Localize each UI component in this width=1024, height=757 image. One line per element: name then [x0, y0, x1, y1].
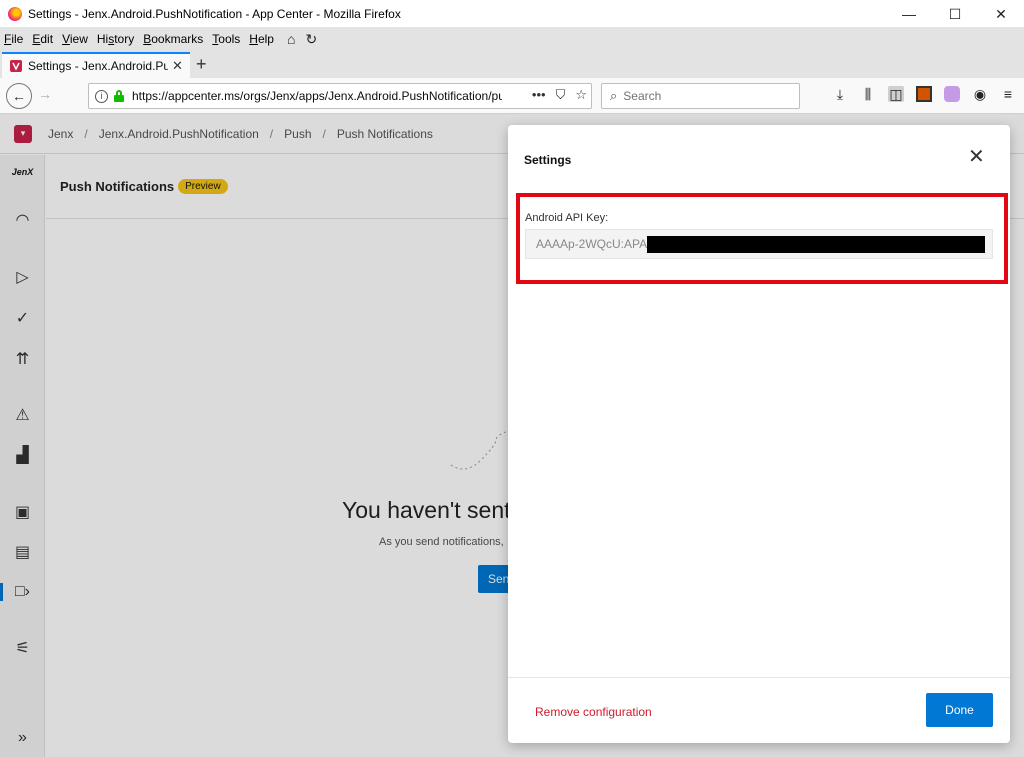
search-input[interactable]: ⌕ Search	[601, 83, 800, 109]
api-key-field[interactable]: AAAAp-2WQcU:APA	[525, 229, 993, 259]
tab-close-icon[interactable]: ✕	[172, 58, 183, 74]
menu-bar: File Edit View History Bookmarks Tools H…	[0, 28, 1024, 50]
firefox-logo-icon	[8, 6, 22, 21]
hamburger-menu-icon[interactable]: ≡	[1000, 86, 1016, 102]
page-actions: ••• ⛉ ☆	[532, 87, 587, 103]
tab-strip: Settings - Jenx.Android.PushNotification…	[0, 50, 1024, 78]
minimize-button[interactable]: —	[886, 0, 932, 28]
menu-edit-label: dit	[40, 32, 54, 46]
url-text[interactable]: https://appcenter.ms/orgs/Jenx/apps/Jenx…	[132, 89, 502, 103]
menu-view-accel: V	[62, 32, 70, 46]
search-placeholder: Search	[623, 89, 662, 103]
menu-help[interactable]: Help	[249, 32, 274, 46]
settings-panel: Settings ✕ Android API Key: AAAAp-2WQcU:…	[508, 125, 1010, 743]
site-info-icon[interactable]: i	[95, 89, 108, 103]
menu-help-accel: H	[249, 32, 258, 46]
window-title: Settings - Jenx.Android.PushNotification…	[28, 6, 401, 21]
downloads-icon[interactable]: ⤓	[832, 86, 848, 102]
remove-configuration-link[interactable]: Remove configuration	[535, 705, 652, 719]
redaction-bar	[647, 235, 986, 253]
extension-icon[interactable]	[944, 86, 960, 102]
maximize-button[interactable]: ☐	[932, 0, 978, 28]
menu-view[interactable]: View	[62, 32, 88, 46]
window-title-bar: Settings - Jenx.Android.PushNotification…	[0, 0, 1024, 28]
page-actions-menu-icon[interactable]: •••	[532, 87, 546, 103]
menu-bookmarks-label: ookmarks	[151, 32, 204, 46]
done-button[interactable]: Done	[926, 693, 993, 727]
home-icon[interactable]: ⌂	[287, 31, 295, 47]
new-tab-button[interactable]: +	[196, 54, 207, 75]
extension-icon[interactable]	[916, 86, 932, 102]
panel-title: Settings	[524, 153, 572, 167]
menu-file[interactable]: File	[4, 32, 23, 46]
search-icon: ⌕	[610, 88, 618, 103]
menu-history[interactable]: History	[97, 32, 134, 46]
menu-history-label: tory	[114, 32, 135, 46]
menu-tools[interactable]: Tools	[212, 32, 240, 46]
toolbar-icons: ⤓ ⫼ ◫ ◉ ≡	[832, 86, 1016, 102]
app-center-favicon-icon	[10, 60, 22, 72]
navigation-toolbar: ← → i https://appcenter.ms/orgs/Jenx/app…	[0, 78, 1024, 114]
tab-settings[interactable]: Settings - Jenx.Android.PushNotification…	[2, 52, 190, 78]
menu-history-pre: Hi	[96, 32, 109, 46]
close-icon[interactable]: ✕	[968, 147, 985, 167]
menu-file-label: ile	[11, 32, 24, 46]
reload-icon[interactable]: ↻	[305, 31, 317, 48]
api-key-value: AAAAp-2WQcU:APA	[536, 237, 648, 251]
forward-button[interactable]: →	[38, 86, 52, 102]
url-bar[interactable]: i https://appcenter.ms/orgs/Jenx/apps/Je…	[88, 83, 592, 109]
pocket-icon[interactable]: ⛉	[556, 87, 566, 103]
menu-edit[interactable]: Edit	[32, 32, 53, 46]
library-icon[interactable]: ⫼	[860, 86, 876, 102]
menu-tools-label: ools	[218, 32, 241, 46]
window-controls: — ☐ ✕	[886, 0, 1024, 28]
sidebar-toggle-icon[interactable]: ◫	[888, 86, 904, 102]
account-icon[interactable]: ◉	[972, 86, 988, 102]
menu-bookmarks[interactable]: Bookmarks	[143, 32, 203, 46]
menu-view-label: iew	[69, 32, 88, 46]
close-window-button[interactable]: ✕	[978, 0, 1024, 28]
lock-icon	[114, 90, 124, 102]
back-button[interactable]: ←	[6, 83, 32, 109]
api-key-label: Android API Key:	[525, 212, 609, 224]
tab-title: Settings - Jenx.Android.PushNotification…	[28, 59, 168, 73]
menu-help-label: elp	[257, 32, 274, 46]
bookmark-star-icon[interactable]: ☆	[575, 87, 587, 103]
